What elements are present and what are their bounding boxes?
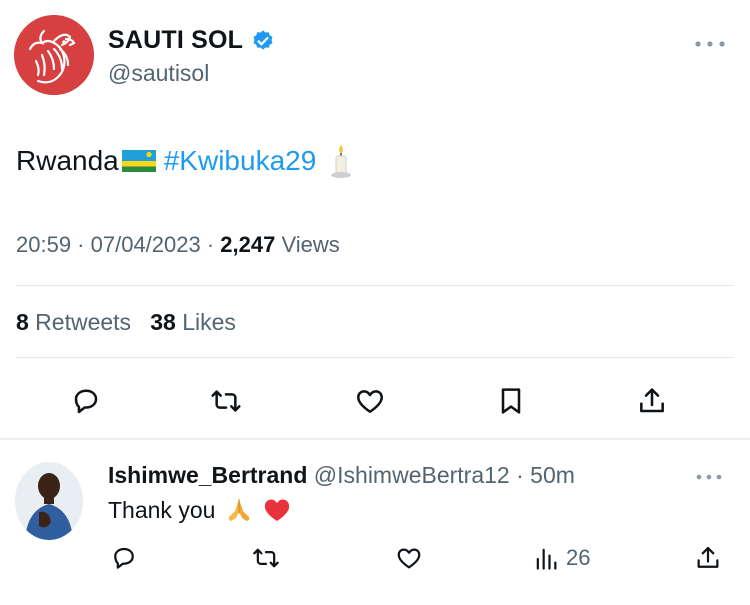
like-icon — [397, 548, 421, 569]
likes-stat[interactable]: 38 Likes — [150, 309, 236, 335]
reply-text-content: Thank you — [108, 496, 216, 523]
folded-hands-emoji-icon — [229, 499, 250, 521]
retweet-button[interactable] — [206, 381, 246, 421]
share-button[interactable] — [632, 381, 672, 421]
tweet-text: Rwanda #Kwibuka29 — [16, 143, 352, 179]
share-icon — [697, 546, 719, 568]
rooster-logo-icon — [14, 15, 94, 95]
rwanda-flag-emoji-icon — [121, 150, 156, 172]
reply-separator: · — [509, 462, 531, 488]
more-options-icon[interactable] — [692, 38, 728, 50]
tweet-stats: 8 Retweets 38 Likes — [16, 309, 236, 336]
reply-reply-button[interactable] — [104, 538, 144, 578]
views-label: Views — [275, 232, 340, 257]
retweets-label: Retweets — [28, 309, 132, 335]
meta-separator: · — [71, 232, 91, 257]
retweet-icon — [253, 548, 279, 568]
reply-views-button[interactable]: 26 — [532, 544, 590, 572]
reply-share-button[interactable] — [688, 538, 728, 578]
section-divider — [0, 438, 750, 440]
reply-header: Ishimwe_Bertrand @IshimweBertra12 · 50m — [108, 462, 575, 489]
reply-text: Thank you — [108, 496, 291, 524]
hashtag-link[interactable]: #Kwibuka29 — [164, 145, 317, 177]
like-icon — [357, 390, 383, 413]
author-display-name[interactable]: SAUTI SOL — [108, 26, 243, 55]
tweet-time[interactable]: 20:59 — [16, 232, 71, 257]
retweet-icon — [211, 390, 241, 412]
reply-like-button[interactable] — [389, 538, 429, 578]
retweets-stat[interactable]: 8 Retweets — [16, 309, 131, 335]
likes-label: Likes — [175, 309, 236, 335]
reply-more-options-icon[interactable] — [694, 472, 724, 482]
divider — [16, 285, 734, 286]
reply-author-handle[interactable]: @IshimweBertra12 — [314, 462, 510, 488]
reply-time[interactable]: 50m — [530, 462, 575, 488]
reply-views-count: 26 — [566, 545, 591, 570]
divider — [16, 357, 734, 358]
candle-emoji-icon — [331, 145, 352, 178]
reply-button[interactable] — [66, 381, 106, 421]
reply-icon — [114, 547, 134, 569]
author-avatar[interactable] — [14, 15, 94, 95]
bookmark-icon — [501, 388, 521, 414]
bookmark-button[interactable] — [491, 381, 531, 421]
share-icon — [640, 388, 664, 413]
reply-icon — [74, 389, 98, 414]
retweets-count: 8 — [16, 309, 29, 335]
red-heart-emoji-icon — [265, 499, 290, 521]
likes-count: 38 — [150, 309, 176, 335]
like-button[interactable] — [350, 381, 390, 421]
views-count: 2,247 — [220, 232, 276, 257]
tweet-text-word: Rwanda — [16, 145, 119, 176]
author-name-row[interactable]: SAUTI SOL — [108, 26, 275, 55]
reply-retweet-button[interactable] — [246, 538, 286, 578]
meta-separator: · — [200, 232, 221, 257]
reply-author-name[interactable]: Ishimwe_Bertrand — [108, 462, 307, 488]
verified-badge-icon — [253, 30, 273, 49]
views-icon — [536, 548, 557, 570]
author-handle[interactable]: @sautisol — [108, 60, 209, 87]
tweet-date[interactable]: 07/04/2023 — [91, 232, 201, 257]
tweet-metadata: 20:59 · 07/04/2023 · 2,247 Views — [16, 232, 340, 258]
person-avatar-icon — [15, 462, 83, 540]
reply-author-avatar[interactable] — [15, 462, 83, 540]
